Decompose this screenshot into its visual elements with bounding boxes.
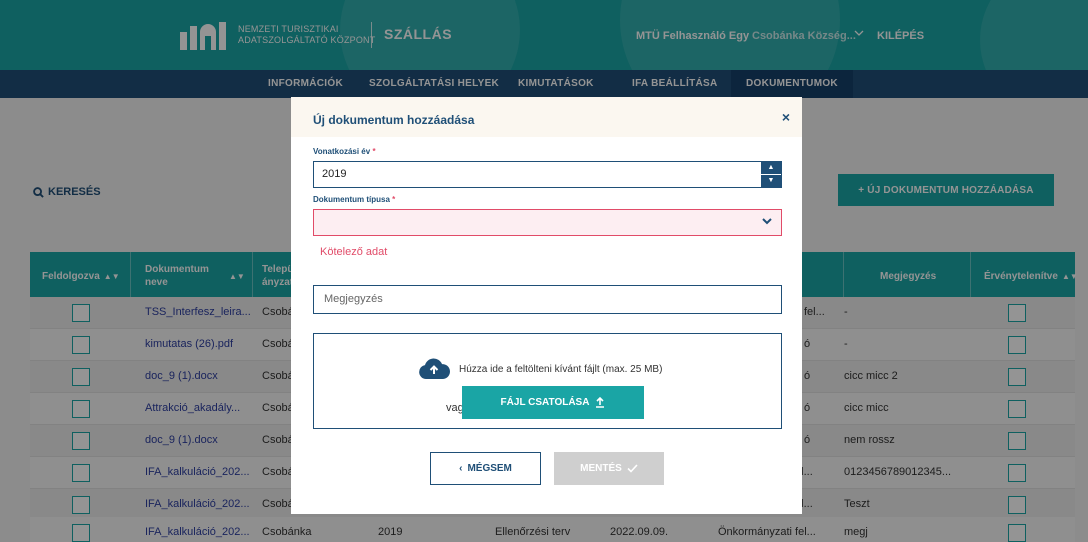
year-label-text: Vonatkozási év — [313, 147, 371, 156]
document-type-select[interactable] — [313, 209, 782, 236]
cloud-upload-icon — [419, 358, 450, 379]
save-label: MENTÉS — [580, 463, 622, 474]
increment-icon[interactable]: ▲ — [761, 162, 781, 174]
file-dropzone[interactable]: Húzza ide a feltölteni kívánt fájlt (max… — [313, 333, 782, 429]
year-value: 2019 — [322, 168, 347, 180]
decrement-icon[interactable]: ▼ — [761, 175, 781, 187]
check-icon — [627, 464, 638, 473]
upload-arrow-icon — [596, 397, 605, 408]
cancel-label: MÉGSEM — [467, 463, 512, 474]
new-document-modal: Új dokumentum hozzáadása × Vonatkozási é… — [291, 97, 802, 514]
attach-file-button[interactable]: FÁJL CSATOLÁSA — [462, 386, 644, 419]
year-label: Vonatkozási év * — [313, 147, 376, 156]
save-button[interactable]: MENTÉS — [554, 452, 664, 485]
note-input[interactable]: Megjegyzés — [313, 285, 782, 314]
required-mark: * — [392, 195, 396, 204]
type-label-text: Dokumentum típusa — [313, 195, 390, 204]
modal-header: Új dokumentum hozzáadása × — [291, 97, 802, 137]
required-mark: * — [372, 147, 376, 156]
dropzone-hint: Húzza ide a feltölteni kívánt fájlt (max… — [459, 364, 663, 375]
close-icon[interactable]: × — [782, 109, 790, 125]
cancel-button[interactable]: ‹ MÉGSEM — [430, 452, 541, 485]
chevron-down-icon — [761, 215, 773, 230]
type-error-message: Kötelező adat — [320, 246, 388, 258]
year-input[interactable]: 2019 ▲ ▼ — [313, 161, 782, 188]
chevron-left-icon: ‹ — [459, 463, 463, 474]
modal-title: Új dokumentum hozzáadása — [313, 113, 475, 127]
attach-file-label: FÁJL CSATOLÁSA — [500, 397, 590, 408]
type-label: Dokumentum típusa * — [313, 195, 395, 204]
